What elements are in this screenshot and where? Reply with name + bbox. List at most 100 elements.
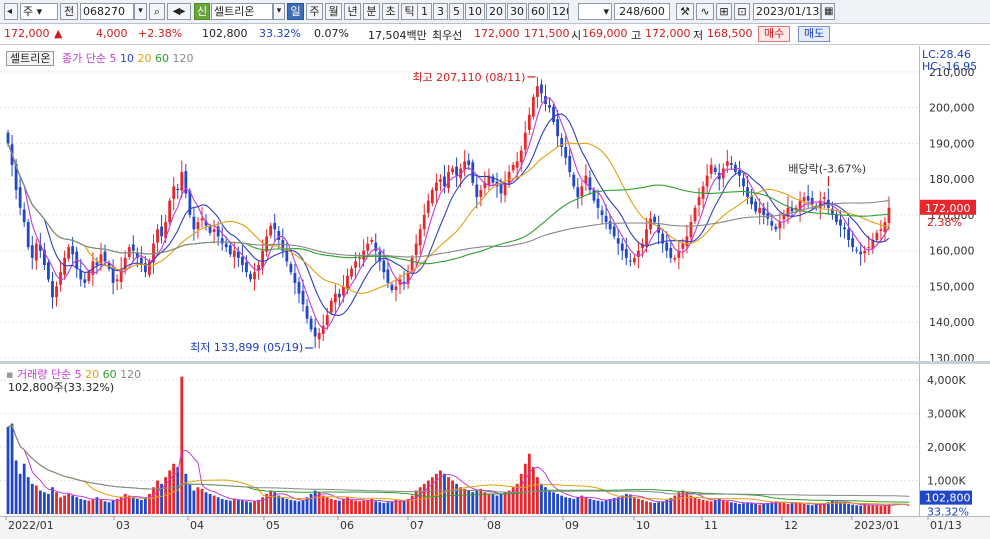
volume-bar xyxy=(697,498,701,514)
candle-body xyxy=(410,257,414,272)
price-chart[interactable]: 최고 207,110 (08/11) 최저 133,899 (05/19) 배당락(… xyxy=(0,46,919,361)
volume-bar xyxy=(75,497,79,514)
candle-body xyxy=(358,257,361,259)
sell-button[interactable]: 매도 xyxy=(798,26,831,42)
volume-bar xyxy=(111,500,115,514)
volume-chart[interactable] xyxy=(0,364,919,516)
current-price: 172,000 xyxy=(4,27,50,40)
settings-icon[interactable]: ⚒ xyxy=(676,3,694,20)
volume-bar xyxy=(6,426,10,514)
candle-body xyxy=(693,207,697,222)
number-button-3[interactable]: 3 xyxy=(433,3,448,20)
code-dropdown-icon[interactable]: ▾ xyxy=(134,3,147,20)
legend-stock-name[interactable]: 셀트리온 xyxy=(6,51,55,66)
prev-button[interactable]: 전 xyxy=(60,3,78,20)
candle-body xyxy=(34,243,38,261)
candle-body xyxy=(301,290,305,305)
moving-average-ma120 xyxy=(7,143,890,258)
volume-bar xyxy=(806,504,810,514)
period-button-0[interactable]: 일 xyxy=(287,3,304,20)
grid-icon[interactable]: ⊞ xyxy=(716,3,732,20)
candle-body xyxy=(782,214,786,220)
count-field[interactable]: 248/600 xyxy=(614,3,670,20)
period-button-4[interactable]: 분 xyxy=(363,3,380,20)
number-button-10[interactable]: 10 xyxy=(465,3,485,20)
number-button-1[interactable]: 1 xyxy=(417,3,432,20)
candle-body xyxy=(608,221,612,230)
volume-bar xyxy=(843,502,846,514)
candle-body xyxy=(47,262,50,280)
compare-icon[interactable]: ∿ xyxy=(696,3,714,20)
buy-button[interactable]: 매수 xyxy=(758,26,791,42)
period-button-5[interactable]: 초 xyxy=(382,3,399,20)
back-arrow-icon[interactable]: ◂ xyxy=(4,3,18,20)
period-type-value: 주 xyxy=(23,5,34,18)
period-button-6[interactable]: 틱 xyxy=(401,3,418,20)
calendar-icon[interactable]: ▦ xyxy=(821,3,835,20)
volume-bar xyxy=(366,499,370,514)
volume-bar xyxy=(653,502,656,514)
volume-bar xyxy=(83,499,87,514)
candle-body xyxy=(402,282,406,283)
candle-body xyxy=(822,197,826,199)
candle-body xyxy=(370,239,374,242)
period-button-2[interactable]: 월 xyxy=(325,3,342,20)
volume-tick-label: 1,000K xyxy=(927,475,966,488)
volume-bar xyxy=(584,497,588,514)
candle-body xyxy=(467,160,471,165)
volume-bar xyxy=(455,483,458,514)
candle-body xyxy=(568,155,572,173)
quote-bar: 172,000 ▲ 4,000 +2.38% 102,800 33.32% 0.… xyxy=(0,24,990,45)
candle-body xyxy=(350,268,353,277)
volume-bar xyxy=(241,500,244,514)
candle-body xyxy=(851,238,855,248)
candle-body xyxy=(305,306,309,319)
volume-bar xyxy=(301,500,305,514)
volume-bar xyxy=(91,498,95,514)
volume-bar xyxy=(762,503,766,514)
candle-body xyxy=(705,175,709,187)
candle-body xyxy=(87,272,91,282)
stock-name-field[interactable]: 셀트리온 xyxy=(211,3,273,20)
volume-bar xyxy=(184,473,188,514)
period-type-select[interactable]: 주 ▾ xyxy=(20,3,58,20)
volume-bar xyxy=(782,502,786,514)
volume-bar xyxy=(491,494,495,514)
candle-body xyxy=(273,222,277,230)
volume-bar xyxy=(236,499,240,514)
candle-body xyxy=(196,222,200,230)
number-button-30[interactable]: 30 xyxy=(507,3,527,20)
number-button-60[interactable]: 60 xyxy=(528,3,548,20)
high-label: 고 xyxy=(631,29,642,42)
volume-bar xyxy=(139,499,143,514)
trade-value: 17,504백만 xyxy=(368,29,427,42)
candle-body xyxy=(172,186,176,199)
period-button-3[interactable]: 년 xyxy=(344,3,361,20)
period-button-1[interactable]: 주 xyxy=(306,3,323,20)
volume-bar xyxy=(398,500,402,514)
date-field[interactable]: 2023/01/13 xyxy=(753,3,821,20)
volume-bar xyxy=(742,503,745,514)
candle-body xyxy=(645,229,648,246)
number-button-120[interactable]: 120 xyxy=(549,3,569,20)
high-value: 172,000 xyxy=(645,27,691,40)
candle-body xyxy=(63,257,66,275)
speaker-icon[interactable]: ◀▸ xyxy=(167,3,191,20)
range-select[interactable]: ▾ xyxy=(578,3,612,20)
lock-icon[interactable]: ⊡ xyxy=(734,3,750,20)
x-tick-label: 11 xyxy=(704,519,718,532)
volume-bar xyxy=(26,477,30,514)
volume-bar xyxy=(63,495,66,514)
candle-body xyxy=(309,318,313,330)
volume-bar xyxy=(592,499,596,514)
candle-body xyxy=(709,164,713,174)
number-button-20[interactable]: 20 xyxy=(486,3,506,20)
stock-name-dropdown-icon[interactable]: ▾ xyxy=(273,3,285,20)
candle-body xyxy=(422,214,426,230)
candle-body xyxy=(26,222,30,248)
search-icon[interactable]: ⌕ xyxy=(149,3,165,20)
number-button-5[interactable]: 5 xyxy=(449,3,464,20)
code-input[interactable]: 068270 xyxy=(80,3,134,20)
x-tick-label: 10 xyxy=(636,519,650,532)
volume-bar xyxy=(705,500,709,514)
